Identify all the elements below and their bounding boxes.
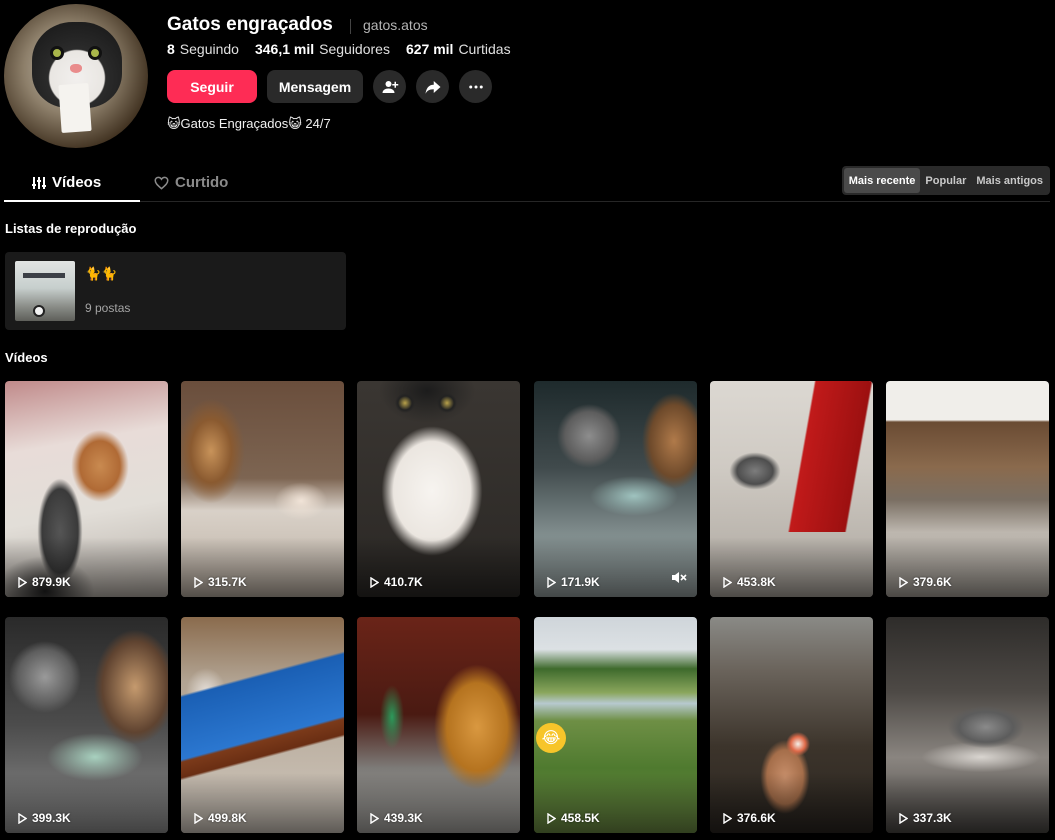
profile-stats: 8 Seguindo 346,1 mil Seguidores 627 mil Cur… bbox=[167, 41, 511, 57]
video-views-count: 315.7K bbox=[208, 575, 247, 589]
playlists-title: Listas de reprodução bbox=[5, 221, 137, 236]
video-views-count: 379.6K bbox=[913, 575, 952, 589]
following-label: Seguindo bbox=[179, 41, 239, 57]
video-views-count: 171.9K bbox=[561, 575, 600, 589]
tab-active-underline bbox=[4, 200, 140, 202]
sort-oldest[interactable]: Mais antigos bbox=[971, 168, 1048, 193]
name-divider bbox=[350, 19, 351, 34]
avatar-nose bbox=[70, 64, 82, 73]
sort-popular[interactable]: Popular bbox=[920, 168, 971, 193]
likes-label: Curtidas bbox=[458, 41, 511, 57]
video-views: 879.9K bbox=[18, 575, 71, 589]
followers-stat[interactable]: 346,1 mil Seguidores bbox=[255, 41, 390, 57]
play-icon bbox=[18, 576, 27, 588]
playlist-count: 9 postas bbox=[85, 301, 131, 315]
more-dots-icon bbox=[468, 85, 483, 88]
video-views-count: 439.3K bbox=[384, 811, 423, 825]
video-views: 315.7K bbox=[194, 575, 247, 589]
video-views-count: 410.7K bbox=[384, 575, 423, 589]
play-icon bbox=[194, 576, 203, 588]
video-views-count: 879.9K bbox=[32, 575, 71, 589]
tab-liked[interactable]: Curtido bbox=[154, 174, 228, 191]
followers-label: Seguidores bbox=[319, 41, 390, 57]
video-views: 499.8K bbox=[194, 811, 247, 825]
video-card[interactable]: 879.9K bbox=[5, 381, 168, 597]
avatar[interactable] bbox=[4, 4, 148, 148]
tab-videos[interactable]: Vídeos bbox=[32, 174, 101, 191]
video-views-count: 376.6K bbox=[737, 811, 776, 825]
play-icon bbox=[194, 812, 203, 824]
video-card[interactable]: 410.7K bbox=[357, 381, 520, 597]
share-arrow-icon bbox=[425, 80, 440, 94]
play-icon bbox=[899, 812, 908, 824]
more-button[interactable] bbox=[459, 70, 492, 103]
video-card[interactable]: 😂 458.5K bbox=[534, 617, 697, 833]
play-icon bbox=[547, 812, 556, 824]
avatar-paper bbox=[58, 83, 92, 133]
playlist-name: 🐈🐈 bbox=[85, 266, 118, 281]
avatar-eye-left bbox=[50, 46, 64, 60]
followers-count: 346,1 mil bbox=[254, 41, 315, 57]
follow-button[interactable]: Seguir bbox=[167, 70, 257, 103]
video-views: 379.6K bbox=[899, 575, 952, 589]
laughing-emoji-icon: 😂 bbox=[536, 723, 566, 753]
display-name: Gatos engraçados bbox=[167, 14, 333, 35]
video-views: 458.5K bbox=[547, 811, 600, 825]
play-icon bbox=[547, 576, 556, 588]
username: gatos.atos bbox=[363, 17, 428, 33]
video-card[interactable]: 171.9K bbox=[534, 381, 697, 597]
heart-outline-icon bbox=[154, 176, 169, 190]
add-friend-button[interactable] bbox=[373, 70, 406, 103]
message-button[interactable]: Mensagem bbox=[267, 70, 363, 103]
play-icon bbox=[370, 576, 379, 588]
video-views-count: 337.3K bbox=[913, 811, 952, 825]
video-card[interactable]: 376.6K bbox=[710, 617, 873, 833]
play-icon bbox=[899, 576, 908, 588]
avatar-eye-right bbox=[88, 46, 102, 60]
video-views: 399.3K bbox=[18, 811, 71, 825]
likes-stat: 627 mil Curtidas bbox=[406, 41, 511, 57]
video-views-count: 499.8K bbox=[208, 811, 247, 825]
profile-header bbox=[4, 4, 1044, 154]
video-card[interactable]: 379.6K bbox=[886, 381, 1049, 597]
video-views-count: 453.8K bbox=[737, 575, 776, 589]
video-views-count: 399.3K bbox=[32, 811, 71, 825]
profile-actions: Seguir Mensagem bbox=[167, 70, 492, 103]
playlist-thumb-table bbox=[23, 273, 65, 278]
tab-liked-label: Curtido bbox=[175, 174, 229, 191]
video-views: 410.7K bbox=[370, 575, 423, 589]
play-icon bbox=[723, 576, 732, 588]
video-card[interactable]: 315.7K bbox=[181, 381, 344, 597]
following-stat[interactable]: 8 Seguindo bbox=[167, 41, 239, 57]
video-card[interactable]: 499.8K bbox=[181, 617, 344, 833]
playlist-card[interactable]: 🐈🐈 9 postas bbox=[5, 252, 346, 330]
video-views: 337.3K bbox=[899, 811, 952, 825]
play-icon bbox=[370, 812, 379, 824]
video-views: 439.3K bbox=[370, 811, 423, 825]
video-card[interactable]: 439.3K bbox=[357, 617, 520, 833]
video-card[interactable]: 337.3K bbox=[886, 617, 1049, 833]
video-views-count: 458.5K bbox=[561, 811, 600, 825]
video-card[interactable]: 453.8K bbox=[710, 381, 873, 597]
tab-videos-label: Vídeos bbox=[52, 174, 102, 191]
video-views: 453.8K bbox=[723, 575, 776, 589]
video-card[interactable]: 399.3K bbox=[5, 617, 168, 833]
video-views: 171.9K bbox=[547, 575, 600, 589]
playlist-thumbnail bbox=[15, 261, 75, 321]
grid-bars-icon bbox=[32, 176, 46, 189]
share-button[interactable] bbox=[416, 70, 449, 103]
sort-group: Mais recente Popular Mais antigos bbox=[841, 166, 1050, 195]
mute-button[interactable] bbox=[671, 571, 687, 589]
video-views: 376.6K bbox=[723, 811, 776, 825]
play-icon bbox=[723, 812, 732, 824]
likes-count: 627 mil bbox=[405, 41, 454, 57]
mute-icon bbox=[672, 572, 687, 583]
bio: 😺Gatos Engraçados😺 24/7 bbox=[167, 116, 331, 131]
playlist-thumb-ball bbox=[33, 305, 45, 317]
videos-title: Vídeos bbox=[5, 350, 48, 365]
following-count: 8 bbox=[167, 41, 175, 57]
sort-most-recent[interactable]: Mais recente bbox=[843, 168, 921, 193]
person-add-icon bbox=[382, 80, 398, 93]
play-icon bbox=[18, 812, 27, 824]
